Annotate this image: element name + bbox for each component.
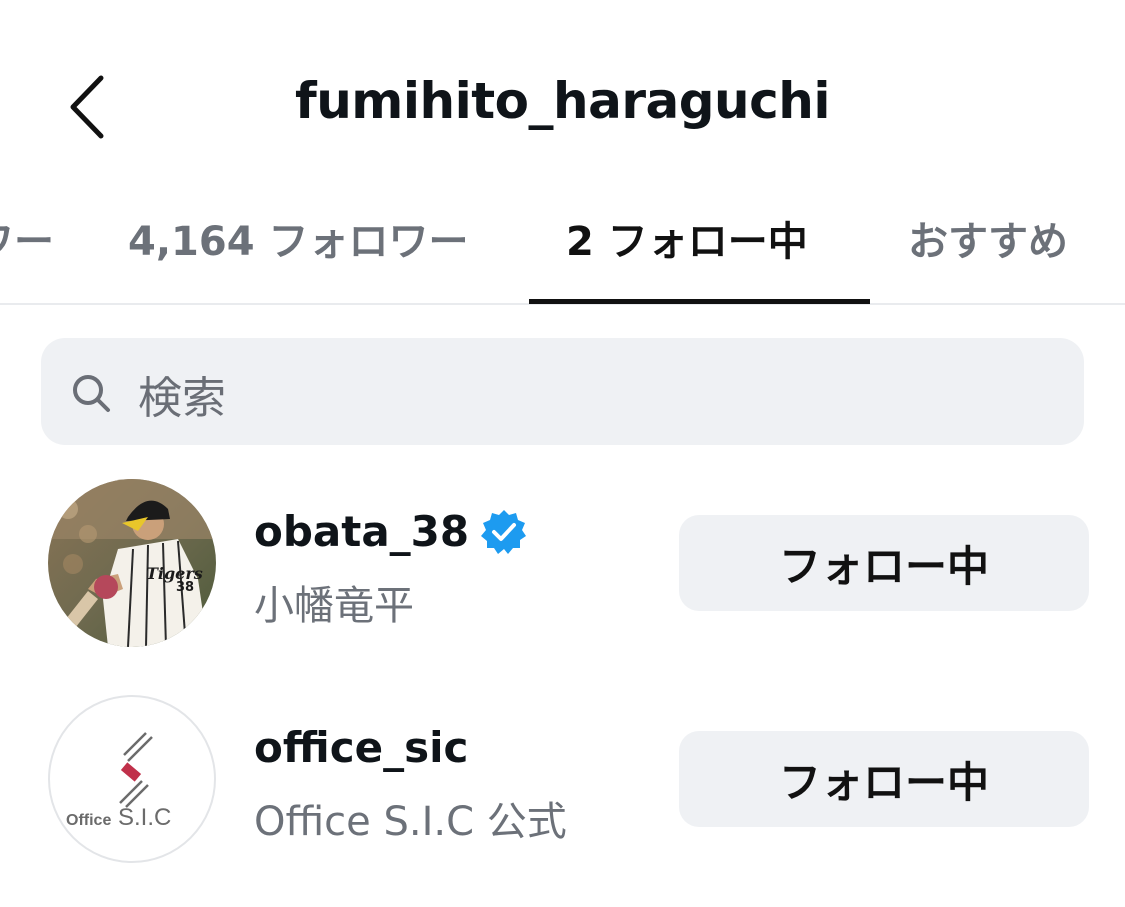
following-button[interactable]: フォロー中 — [679, 515, 1089, 611]
svg-text:38: 38 — [176, 580, 194, 595]
full-name: 小幡竜平 — [254, 583, 414, 629]
top-bar: fumihito_haraguchi — [0, 0, 1125, 200]
tab-following[interactable]: 2 フォロー中 — [566, 209, 808, 269]
list-item[interactable]: Tigers 38 obata_38 小幡竜平 フォロー中 — [0, 470, 1125, 650]
verified-badge-icon — [481, 510, 526, 554]
svg-text:Tigers: Tigers — [146, 564, 203, 583]
tab-followers[interactable]: 4,164 フォロワー — [128, 209, 468, 269]
username[interactable]: office_sic — [254, 723, 468, 772]
list-item[interactable]: Office S.I.C office_sic Office S.I.C 公式 … — [0, 686, 1125, 866]
avatar[interactable]: Office S.I.C — [48, 695, 216, 863]
search-placeholder: 検索 — [138, 373, 226, 424]
office-sic-logo: Office S.I.C — [66, 732, 171, 831]
tab-suggested[interactable]: おすすめ — [908, 209, 1068, 269]
following-button[interactable]: フォロー中 — [679, 731, 1089, 827]
active-tab-indicator — [529, 299, 870, 304]
logo-word: Office — [66, 812, 111, 829]
page-title: fumihito_haraguchi — [294, 72, 831, 130]
username[interactable]: obata_38 — [254, 507, 469, 556]
baseball-player-photo: Tigers 38 — [48, 479, 216, 647]
tab-bar: ワー 4,164 フォロワー 2 フォロー中 おすすめ — [0, 195, 1125, 305]
search-icon — [73, 375, 110, 412]
full-name: Office S.I.C 公式 — [254, 799, 567, 845]
logo-initials: S.I.C — [118, 804, 171, 831]
avatar[interactable]: Tigers 38 — [48, 479, 216, 647]
tab-followers-partial[interactable]: ワー — [0, 209, 54, 269]
